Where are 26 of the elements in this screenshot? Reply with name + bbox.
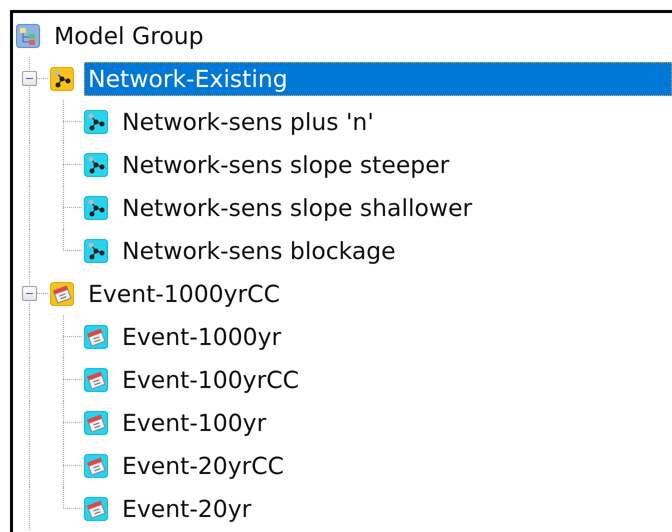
tree-item[interactable]: Network-sens blockage [118, 234, 400, 268]
tree-item[interactable]: Event-20yr [118, 492, 256, 526]
tree-item[interactable]: Event-20yrCC [118, 448, 288, 482]
tree-item[interactable]: Model Group [50, 18, 208, 52]
tree-item[interactable]: Network-sens slope shallower [118, 190, 476, 224]
calendar-icon [84, 454, 108, 478]
tree-diagram-icon [16, 24, 40, 48]
network-nodes-icon [84, 238, 108, 262]
network-nodes-icon [50, 66, 74, 90]
calendar-icon [84, 410, 108, 434]
tree-item[interactable]: Event-1000yr [118, 320, 286, 354]
tree-item[interactable]: Event-100yrCC [118, 362, 304, 396]
tree-item[interactable]: Network-Existing [84, 62, 672, 96]
calendar-icon [84, 324, 108, 348]
tree-item[interactable]: Network-sens slope steeper [118, 148, 454, 182]
calendar-icon [50, 282, 74, 306]
network-nodes-icon [84, 196, 108, 220]
network-nodes-icon [84, 110, 108, 134]
tree-item[interactable]: Event-100yr [118, 406, 270, 440]
calendar-icon [84, 368, 108, 392]
calendar-icon [84, 496, 108, 520]
collapse-toggle[interactable] [22, 71, 37, 86]
network-nodes-icon [84, 152, 108, 176]
collapse-toggle[interactable] [22, 286, 37, 301]
tree-item[interactable]: Network-sens plus 'n' [118, 104, 378, 138]
tree-item[interactable]: Event-1000yrCC [84, 276, 284, 310]
